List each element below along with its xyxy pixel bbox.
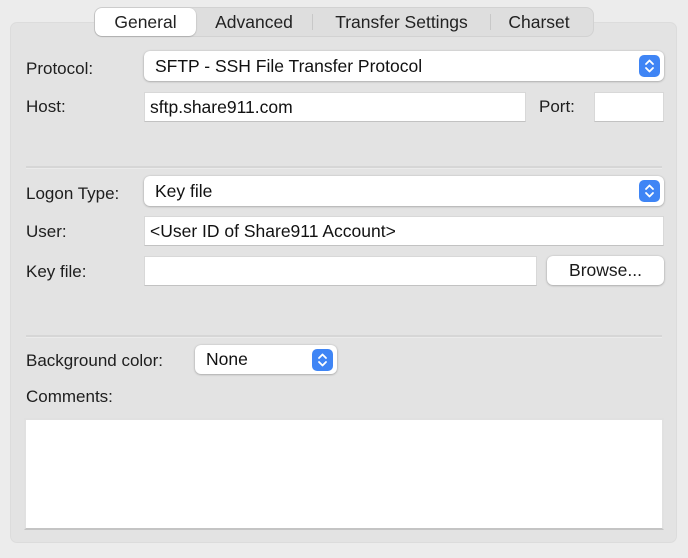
up-down-chevron-icon bbox=[639, 55, 660, 77]
background-color-label: Background color: bbox=[26, 351, 164, 370]
logon-type-label: Logon Type: bbox=[26, 184, 120, 203]
key-file-label: Key file: bbox=[26, 262, 87, 281]
tab-general[interactable]: General bbox=[95, 8, 196, 36]
user-label: User: bbox=[26, 222, 67, 241]
logon-type-select-value: Key file bbox=[155, 180, 213, 201]
port-label: Port: bbox=[539, 97, 575, 116]
comments-label: Comments: bbox=[26, 387, 113, 406]
host-input[interactable]: sftp.share911.com bbox=[144, 92, 526, 122]
browse-button[interactable]: Browse... bbox=[547, 256, 664, 285]
background-color-select-value: None bbox=[206, 349, 248, 369]
section-divider bbox=[26, 166, 662, 169]
tab-charset-label: Charset bbox=[508, 11, 570, 32]
protocol-label: Protocol: bbox=[26, 59, 94, 78]
logon-type-select[interactable]: Key file bbox=[144, 176, 664, 206]
protocol-select[interactable]: SFTP - SSH File Transfer Protocol bbox=[144, 51, 664, 81]
browse-button-label: Browse... bbox=[569, 260, 642, 280]
tab-advanced-label: Advanced bbox=[215, 11, 293, 32]
user-input[interactable]: <User ID of Share911 Account> bbox=[144, 216, 664, 246]
tab-bar: General Advanced Transfer Settings Chars… bbox=[94, 7, 594, 37]
up-down-chevron-icon bbox=[312, 348, 333, 371]
section-divider bbox=[26, 335, 662, 338]
tab-transfer-settings[interactable]: Transfer Settings bbox=[313, 8, 490, 36]
port-input[interactable] bbox=[594, 92, 664, 122]
up-down-chevron-icon bbox=[639, 180, 660, 202]
comments-textarea[interactable] bbox=[24, 418, 664, 530]
protocol-select-value: SFTP - SSH File Transfer Protocol bbox=[155, 55, 423, 76]
tab-general-label: General bbox=[114, 11, 177, 32]
host-input-value: sftp.share911.com bbox=[150, 96, 293, 117]
user-input-value: <User ID of Share911 Account> bbox=[150, 220, 396, 241]
tab-advanced[interactable]: Advanced bbox=[196, 8, 312, 36]
key-file-input[interactable] bbox=[144, 256, 537, 286]
tab-charset[interactable]: Charset bbox=[491, 8, 587, 36]
background-color-select[interactable]: None bbox=[195, 345, 337, 374]
host-label: Host: bbox=[26, 97, 66, 116]
tab-transfer-settings-label: Transfer Settings bbox=[335, 11, 468, 32]
